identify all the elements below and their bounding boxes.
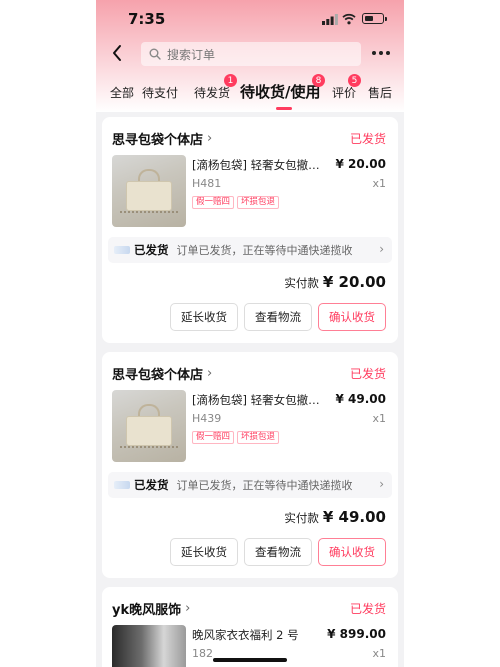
logistics-status: 已发货 [134, 243, 169, 257]
product-sku: 182 [192, 647, 213, 660]
bag-chain-shape [120, 211, 178, 217]
product-qty: x1 [372, 412, 386, 425]
product-name[interactable]: [滴杨包袋] 轻奢女包撤… [192, 392, 332, 408]
product-sku: H481 [192, 177, 222, 190]
order-status: 已发货 [349, 602, 386, 616]
tab-after-sales[interactable]: 售后 [368, 84, 392, 101]
product-sku: H439 [192, 412, 222, 425]
view-logistics-button[interactable]: 查看物流 [244, 538, 312, 566]
status-time: 7:35 [128, 10, 166, 28]
product-price: ¥ 899.00 [327, 627, 386, 641]
logistics-bar[interactable]: 已发货 订单已发货，正在等待中通快递揽收 › [108, 237, 392, 263]
product-qty: x1 [372, 177, 386, 190]
order-search-box[interactable]: 搜索订单 [141, 42, 361, 66]
back-button[interactable] [106, 42, 128, 64]
product-thumbnail[interactable] [112, 625, 186, 667]
tab-badge-pending-receipt: 8 [312, 74, 325, 87]
bag-shape [126, 416, 172, 446]
paid-total: 实付款 ¥ 20.00 [284, 273, 386, 291]
status-bar: 7:35 [96, 0, 404, 36]
extend-receipt-button[interactable]: 延长收货 [170, 538, 238, 566]
search-icon [149, 48, 161, 60]
extend-receipt-button[interactable]: 延长收货 [170, 303, 238, 331]
tab-pending-shipment[interactable]: 待发货 [194, 84, 230, 101]
chevron-right-icon: › [379, 242, 384, 256]
order-card[interactable]: 思寻包袋个体店 › 已发货 [滴杨包袋] 轻奢女包撤… ¥ 20.00 H481… [102, 117, 398, 343]
product-qty: x1 [372, 647, 386, 660]
tab-pending-payment[interactable]: 待支付 [142, 84, 178, 101]
product-tags: 假一赔四 坏损包退 [192, 431, 280, 444]
paid-amount: ¥ 49.00 [322, 508, 386, 526]
tag-fake-compensation: 假一赔四 [192, 431, 235, 444]
more-dot-icon [372, 51, 376, 55]
cellular-signal-icon [322, 14, 338, 25]
home-indicator[interactable] [213, 658, 287, 662]
tag-fake-compensation: 假一赔四 [192, 196, 235, 209]
tab-all[interactable]: 全部 [110, 84, 134, 101]
logistics-text: 订单已发货，正在等待中通快递揽收 [176, 244, 353, 257]
chevron-right-icon: › [185, 601, 191, 616]
product-thumbnail[interactable] [112, 155, 186, 227]
shop-name: 思寻包袋个体店 [112, 133, 204, 148]
courier-logo-icon [114, 481, 130, 489]
search-placeholder: 搜索订单 [167, 47, 216, 62]
chevron-right-icon: › [379, 477, 384, 491]
product-price: ¥ 20.00 [335, 157, 386, 171]
logistics-status: 已发货 [134, 478, 169, 492]
confirm-receipt-button[interactable]: 确认收货 [318, 538, 386, 566]
product-price: ¥ 49.00 [335, 392, 386, 406]
tab-badge-review: 5 [348, 74, 361, 87]
shop-name: 思寻包袋个体店 [112, 368, 204, 383]
product-name[interactable]: 晚风家衣衣福利 2 号 [192, 627, 332, 643]
logistics-bar[interactable]: 已发货 订单已发货，正在等待中通快递揽收 › [108, 472, 392, 498]
courier-logo-icon [114, 246, 130, 254]
chevron-right-icon: › [207, 366, 213, 381]
paid-amount: ¥ 20.00 [322, 273, 386, 291]
paid-label: 实付款 [284, 276, 319, 290]
view-logistics-button[interactable]: 查看物流 [244, 303, 312, 331]
tag-damage-return: 坏损包退 [237, 196, 280, 209]
tab-badge-pending-shipment: 1 [224, 74, 237, 87]
product-name[interactable]: [滴杨包袋] 轻奢女包撤… [192, 157, 332, 173]
tag-damage-return: 坏损包退 [237, 431, 280, 444]
chevron-right-icon: › [207, 131, 213, 146]
phone-screen: 7:35 搜索订单 全部 待支付 待发货 1 待收货/使用 8 评价 5 售后 … [96, 0, 404, 667]
battery-icon [362, 13, 387, 24]
order-status: 已发货 [349, 132, 386, 146]
order-tabs: 全部 待支付 待发货 1 待收货/使用 8 评价 5 售后 [96, 74, 404, 110]
bag-shape [126, 181, 172, 211]
header: 7:35 搜索订单 全部 待支付 待发货 1 待收货/使用 8 评价 5 售后 [96, 0, 404, 112]
paid-total: 实付款 ¥ 49.00 [284, 508, 386, 526]
order-actions: 延长收货 查看物流 确认收货 [170, 538, 386, 566]
order-card[interactable]: yk晚风服饰 › 已发货 晚风家衣衣福利 2 号 ¥ 899.00 182 x1 [102, 587, 398, 667]
active-tab-indicator [276, 107, 292, 110]
bag-chain-shape [120, 446, 178, 452]
more-dot-icon [386, 51, 390, 55]
tab-pending-receipt[interactable]: 待收货/使用 [240, 81, 320, 102]
shop-name-link[interactable]: 思寻包袋个体店 › [112, 364, 212, 383]
paid-label: 实付款 [284, 511, 319, 525]
wifi-icon [342, 13, 356, 25]
shop-name-link[interactable]: yk晚风服饰 › [112, 599, 190, 618]
confirm-receipt-button[interactable]: 确认收货 [318, 303, 386, 331]
order-actions: 延长收货 查看物流 确认收货 [170, 303, 386, 331]
shop-name: yk晚风服饰 [112, 603, 182, 618]
more-dot-icon [379, 51, 383, 55]
order-card[interactable]: 思寻包袋个体店 › 已发货 [滴杨包袋] 轻奢女包撤… ¥ 49.00 H439… [102, 352, 398, 578]
back-arrow-icon [113, 45, 121, 61]
more-options-button[interactable] [372, 47, 396, 59]
product-tags: 假一赔四 坏损包退 [192, 196, 280, 209]
logistics-text: 订单已发货，正在等待中通快递揽收 [176, 479, 353, 492]
order-status: 已发货 [349, 367, 386, 381]
shop-name-link[interactable]: 思寻包袋个体店 › [112, 129, 212, 148]
product-thumbnail[interactable] [112, 390, 186, 462]
